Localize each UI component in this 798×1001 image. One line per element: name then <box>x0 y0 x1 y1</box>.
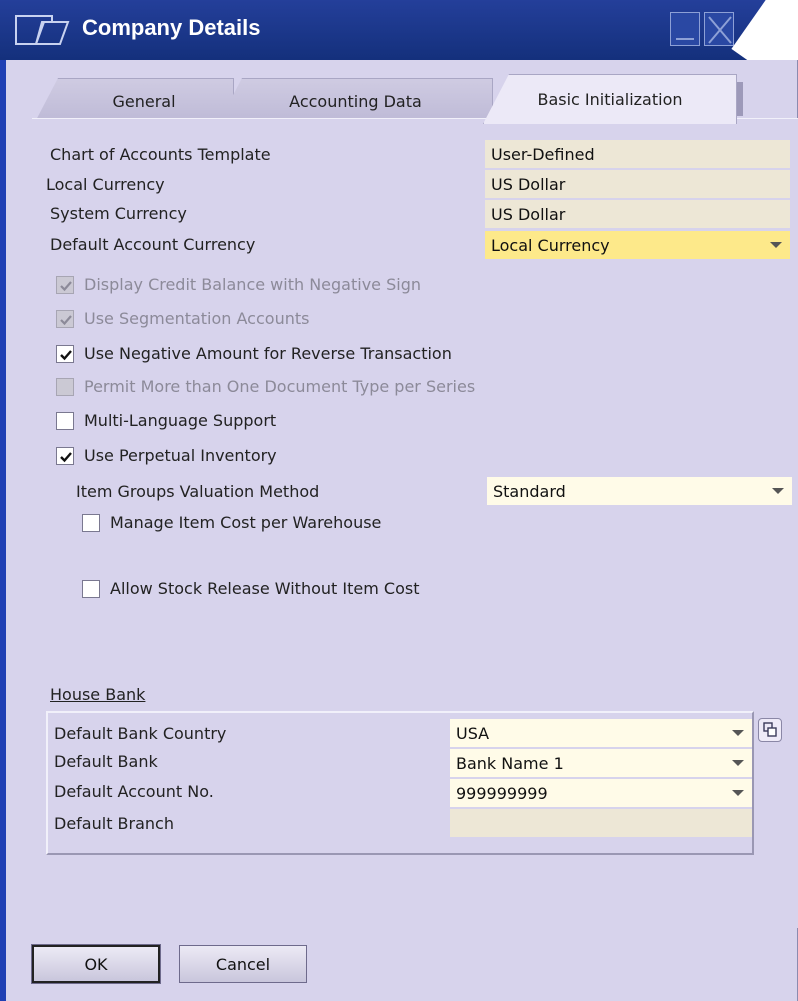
default-account-currency-row: Default Account Currency <box>50 231 255 257</box>
chart-template-label: Chart of Accounts Template <box>50 144 271 164</box>
chart-template-value: User-Defined <box>491 144 595 164</box>
perpetual-inventory-checkbox[interactable]: Use Perpetual Inventory <box>56 446 277 465</box>
window-title: Company Details <box>82 15 261 40</box>
system-currency-field[interactable]: US Dollar <box>485 200 790 228</box>
valuation-value: Standard <box>493 481 566 501</box>
bank-country-label: Default Bank Country <box>54 723 227 743</box>
cancel-button[interactable]: Cancel <box>179 945 307 983</box>
account-no-label: Default Account No. <box>54 781 214 801</box>
minimize-button[interactable] <box>670 12 700 46</box>
default-account-currency-select[interactable]: Local Currency <box>485 231 790 259</box>
segmentation-checkbox[interactable]: Use Segmentation Accounts <box>56 309 309 328</box>
valuation-label: Item Groups Valuation Method <box>76 481 320 501</box>
default-account-currency-value: Local Currency <box>491 235 610 255</box>
multi-language-label: Multi-Language Support <box>84 411 277 430</box>
local-currency-label: Local Currency <box>46 174 165 194</box>
account-no-row: Default Account No. <box>54 777 214 805</box>
segmentation-check <box>56 309 74 328</box>
checkmark-icon <box>60 280 72 291</box>
house-bank-heading: House Bank <box>50 685 146 704</box>
allow-stock-checkbox[interactable]: Allow Stock Release Without Item Cost <box>82 579 419 598</box>
perpetual-inventory-check <box>56 446 74 465</box>
bank-country-select[interactable]: USA <box>450 719 752 747</box>
basic-initialization-panel: Chart of Accounts Template User-Defined … <box>32 118 798 928</box>
checkmark-icon <box>60 314 72 325</box>
ok-button-label: OK <box>84 954 108 974</box>
permit-more-label: Permit More than One Document Type per S… <box>84 377 476 396</box>
close-icon <box>708 16 732 44</box>
tab-strip-end <box>736 82 743 116</box>
local-currency-row: Local Currency <box>46 171 165 197</box>
valuation-row: Item Groups Valuation Method <box>76 478 319 504</box>
bank-row: Default Bank <box>54 747 158 775</box>
close-button[interactable] <box>704 12 734 46</box>
allow-stock-label: Allow Stock Release Without Item Cost <box>110 579 420 598</box>
tab-general-label: General <box>112 92 176 111</box>
title-bar-corner <box>731 0 798 60</box>
tab-basic-initialization-label: Basic Initialization <box>537 90 683 109</box>
perpetual-inventory-label: Use Perpetual Inventory <box>84 446 277 465</box>
manage-cost-checkbox[interactable]: Manage Item Cost per Warehouse <box>82 513 381 532</box>
link-icon <box>763 722 777 737</box>
bank-country-link-button[interactable] <box>758 718 782 742</box>
tab-strip: General Accounting Data Basic Initializa… <box>6 72 798 124</box>
chevron-down-icon <box>732 760 744 766</box>
negative-amount-check <box>56 344 74 363</box>
negative-amount-checkbox[interactable]: Use Negative Amount for Reverse Transact… <box>56 344 452 363</box>
multi-language-check <box>56 411 74 430</box>
display-credit-checkbox[interactable]: Display Credit Balance with Negative Sig… <box>56 275 421 294</box>
account-no-value: 999999999 <box>456 783 548 803</box>
tab-accounting-data-label: Accounting Data <box>289 92 422 111</box>
manage-cost-label: Manage Item Cost per Warehouse <box>110 513 382 532</box>
display-credit-check <box>56 275 74 294</box>
local-currency-field[interactable]: US Dollar <box>485 170 790 198</box>
system-currency-label: System Currency <box>50 203 187 223</box>
bank-country-row: Default Bank Country <box>54 719 226 747</box>
branch-field[interactable] <box>450 809 752 837</box>
company-details-window: Company Details General Accounting Data … <box>0 0 798 1001</box>
system-currency-row: System Currency <box>50 200 187 226</box>
display-credit-label: Display Credit Balance with Negative Sig… <box>84 275 421 294</box>
manage-cost-check <box>82 513 100 532</box>
local-currency-value: US Dollar <box>491 174 566 194</box>
multi-language-checkbox[interactable]: Multi-Language Support <box>56 411 276 430</box>
tab-basic-initialization[interactable]: Basic Initialization <box>483 74 737 124</box>
house-bank-group: Default Bank Country USA Default Bank Ba… <box>46 711 754 855</box>
chevron-down-icon <box>770 242 782 248</box>
bank-select[interactable]: Bank Name 1 <box>450 749 752 777</box>
default-account-currency-label: Default Account Currency <box>50 234 256 254</box>
chevron-down-icon <box>772 488 784 494</box>
permit-more-checkbox[interactable]: Permit More than One Document Type per S… <box>56 377 475 396</box>
bank-country-value: USA <box>456 723 490 743</box>
negative-amount-label: Use Negative Amount for Reverse Transact… <box>84 344 452 363</box>
checkmark-icon <box>60 451 72 462</box>
valuation-select[interactable]: Standard <box>487 477 792 505</box>
segmentation-label: Use Segmentation Accounts <box>84 309 310 328</box>
permit-more-check <box>56 377 74 396</box>
allow-stock-check <box>82 579 100 598</box>
account-no-select[interactable]: 999999999 <box>450 779 752 807</box>
ok-button[interactable]: OK <box>31 944 161 984</box>
bank-label: Default Bank <box>54 751 158 771</box>
chart-template-field[interactable]: User-Defined <box>485 140 790 168</box>
chart-template-row: Chart of Accounts Template <box>50 141 271 167</box>
branch-row: Default Branch <box>54 809 174 837</box>
bank-value: Bank Name 1 <box>456 753 564 773</box>
window-menu-icon[interactable] <box>14 14 70 46</box>
branch-label: Default Branch <box>54 813 174 833</box>
chevron-down-icon <box>732 730 744 736</box>
chevron-down-icon <box>732 790 744 796</box>
title-bar[interactable]: Company Details <box>0 0 798 60</box>
cancel-button-label: Cancel <box>215 954 271 974</box>
system-currency-value: US Dollar <box>491 204 566 224</box>
checkmark-icon <box>60 349 72 360</box>
